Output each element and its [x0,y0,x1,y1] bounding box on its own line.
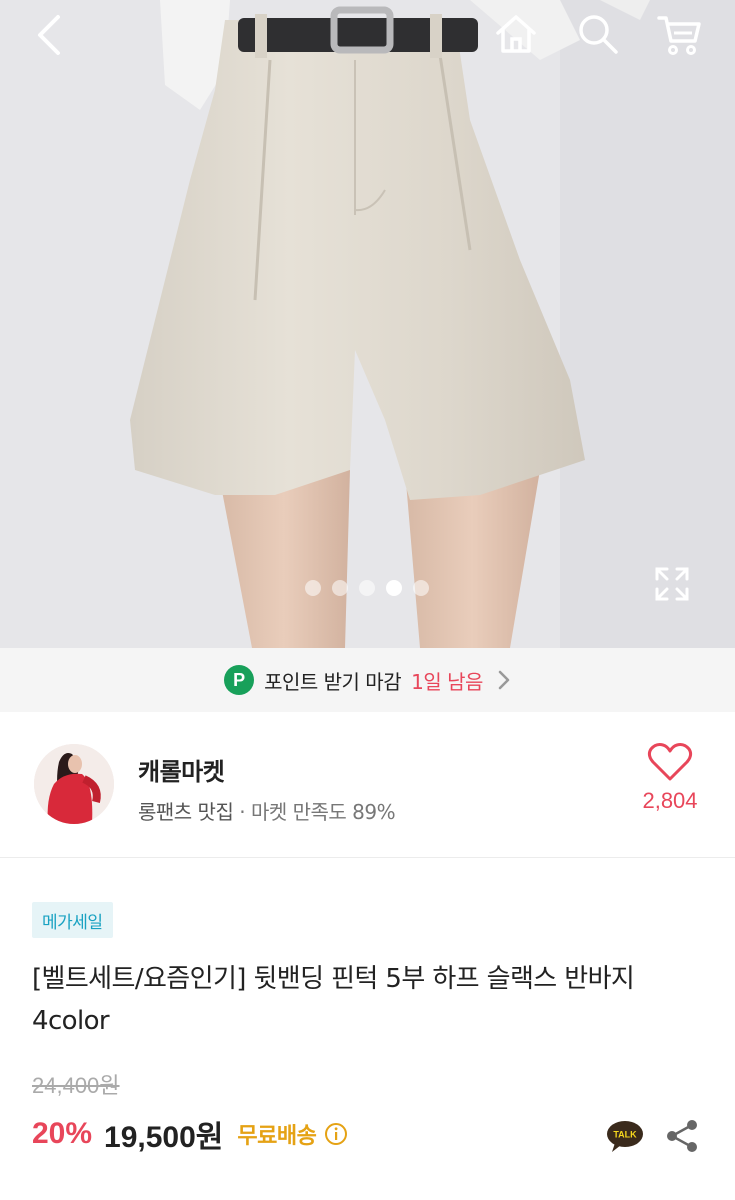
top-navigation-bar [0,0,735,72]
seller-avatar[interactable] [34,744,114,824]
kakao-talk-icon: TALK [607,1121,643,1152]
back-button[interactable] [24,10,74,60]
product-photo [0,0,735,648]
point-badge-icon: P [224,665,255,695]
search-button[interactable] [572,8,624,60]
free-shipping-label: 무료배송 [237,1124,317,1149]
separator-dot: · [239,800,246,824]
slide-dot[interactable] [413,580,429,596]
slide-dot[interactable] [332,580,348,596]
share-icon [667,1120,697,1152]
home-icon [496,15,536,53]
seller-section[interactable]: 캐롤마켓 롱팬츠 맛집 · 마켓 만족도 89% 2,804 [0,712,735,858]
point-remaining-days: 1일 남음 [411,669,483,694]
mega-sale-badge: 메가세일 [32,902,113,938]
seller-avatar-image [34,744,114,824]
like-count: 2,804 [642,788,698,813]
cart-button[interactable] [652,8,706,62]
chevron-left-icon [38,15,60,55]
seller-name[interactable]: 캐롤마켓 [138,752,225,787]
sale-price: 19,500원 [104,1121,224,1154]
seller-satisfaction: 마켓 만족도 89% [250,800,396,824]
slide-dot-active[interactable] [386,580,402,596]
slide-dot[interactable] [359,580,375,596]
kakao-talk-label: TALK [613,1130,637,1140]
point-deadline-banner[interactable]: P 포인트 받기 마감 1일 남음 [0,648,735,712]
seller-description: 롱팬츠 맛집 · 마켓 만족도 89% [138,796,396,825]
point-banner-text: 포인트 받기 마감 [264,669,402,694]
heart-icon [647,743,693,781]
product-image-gallery[interactable] [0,0,735,648]
slide-indicator [305,580,429,596]
slide-dot[interactable] [305,580,321,596]
home-button[interactable] [490,8,542,60]
search-icon [579,15,618,54]
price-row: 20% 19,500원 무료배송 [32,1114,348,1154]
original-price: 24,400원 [32,1073,120,1098]
seller-tag: 롱팬츠 맛집 [138,800,234,824]
info-icon[interactable] [324,1122,348,1146]
share-button[interactable] [662,1116,702,1156]
cart-icon [657,16,701,55]
chevron-right-icon [498,670,510,690]
product-info-section: 메가세일 [벨트세트/요즘인기] 뒷밴딩 핀턱 5부 하프 슬랙스 반바지 4c… [0,858,735,1200]
expand-icon [655,567,689,601]
product-title: [벨트세트/요즘인기] 뒷밴딩 핀턱 5부 하프 슬랙스 반바지 4color [32,964,635,1036]
discount-rate: 20% [32,1117,93,1150]
kakao-talk-button[interactable]: TALK [606,1120,644,1154]
expand-image-button[interactable] [650,562,694,606]
like-button[interactable]: 2,804 [630,742,710,832]
